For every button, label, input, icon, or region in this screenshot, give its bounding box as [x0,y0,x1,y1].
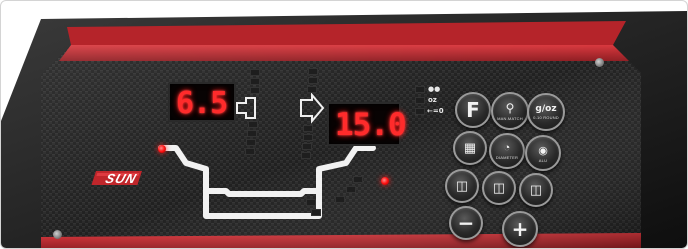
position-led [301,152,311,159]
manual-match-label: MAN.MATCH [497,116,523,121]
screenshot-frame: 6.5 15.0 ●● oz ←=0 SUN F ⚲ MAN.MATCH g/oz… [0,0,688,249]
unit-led [415,108,425,115]
unit-led [415,86,425,93]
left-weight-value: 6.5 [176,86,228,121]
rim-profile-3-button[interactable]: ◫ [519,173,553,207]
active-led [381,177,389,185]
manual-match-button[interactable]: ⚲ MAN.MATCH [491,92,529,130]
screw [53,230,62,239]
motorbike-icon: ●● [428,85,441,93]
position-led [307,86,317,93]
position-led [346,186,356,193]
key-icon: ⚲ [505,101,515,115]
position-led [247,130,257,137]
function-button-label: F [466,98,480,122]
position-led [308,77,318,84]
unit-zero-label: ←=0 [427,107,444,115]
active-led [158,145,166,153]
unit-oz-label: oz [428,96,437,104]
function-button[interactable]: F [455,92,491,128]
rounding-label: 0-10 ROUND [533,115,559,120]
split-icon: ▦ [463,140,477,155]
position-led [353,176,363,183]
unit-led [415,97,425,104]
position-led [303,125,313,132]
position-led [248,121,258,128]
rim-icon: ◫ [492,180,506,195]
car-icon: ◉ [538,144,548,157]
right-weight-value: 15.0 [335,107,407,143]
position-led [245,148,255,155]
position-led [303,134,313,141]
position-led [250,78,260,85]
alu-mode-button[interactable]: ◉ ALU [525,135,561,171]
plus-button[interactable]: + [502,211,538,247]
rim-icon: ◫ [455,178,469,193]
position-led [308,68,318,75]
grams-ounces-label: g/oz [535,104,557,114]
position-led [250,69,260,76]
minus-icon: − [457,211,475,235]
brand-logo-text: SUN [103,171,139,186]
minus-button[interactable]: − [449,206,483,240]
gauge-icon: ◔ [503,142,511,154]
position-led [250,87,260,94]
rim-icon: ◫ [529,182,543,197]
position-led [311,209,321,216]
position-led [335,196,345,203]
screw [595,58,604,67]
position-led [246,139,256,146]
right-weight-display: 15.0 [327,102,407,146]
diameter-button[interactable]: ◔ DIAMETER [489,133,525,169]
rim-profile-1-button[interactable]: ◫ [445,169,479,203]
diameter-label: DIAMETER [495,155,519,160]
alu-mode-label: ALU [538,157,548,163]
position-led [306,199,316,206]
plus-icon: + [511,217,529,241]
left-weight-display: 6.5 [168,82,236,122]
weight-split-button[interactable]: ▦ [453,131,487,165]
grams-ounces-button[interactable]: g/oz 0-10 ROUND [527,93,565,131]
rim-profile-2-button[interactable]: ◫ [482,171,516,205]
position-led [302,143,312,150]
